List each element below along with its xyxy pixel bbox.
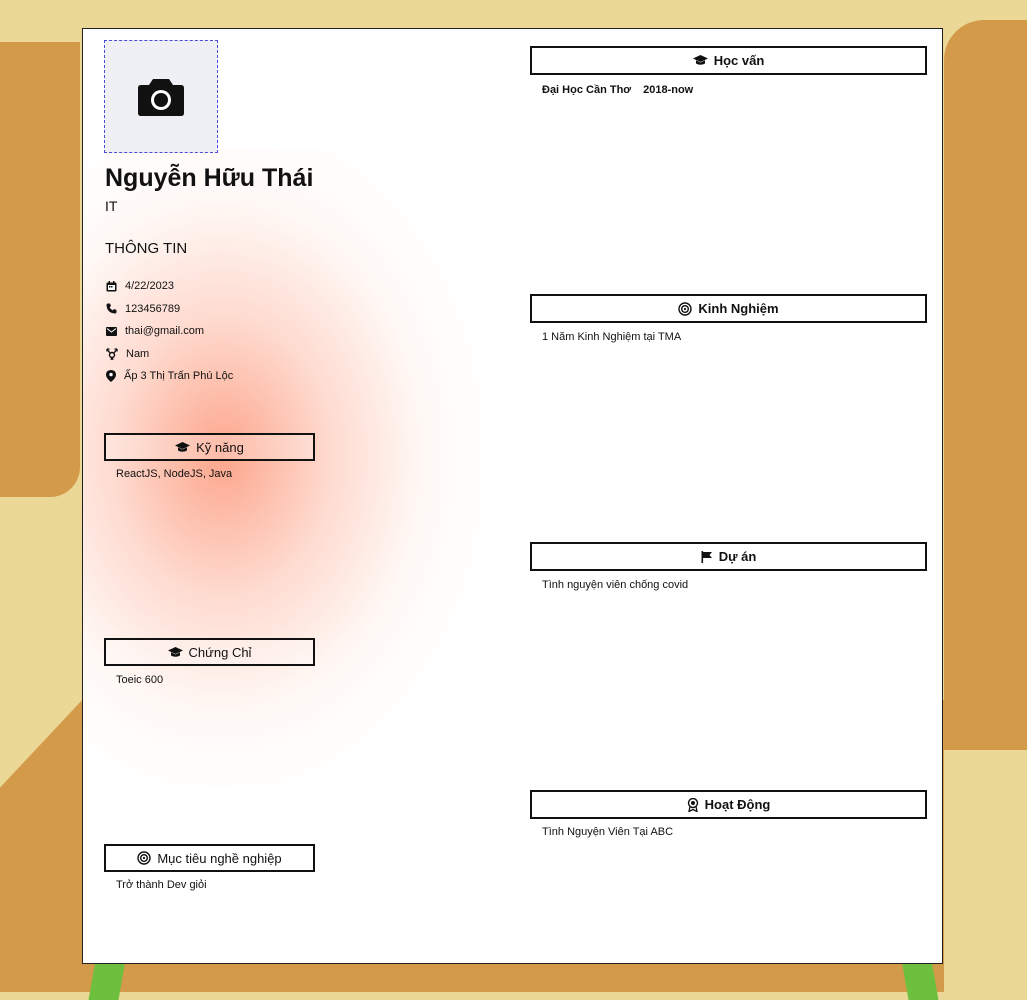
objective-header[interactable]: Mục tiêu nghề nghiệp (104, 844, 315, 872)
info-list: 4/22/2023 123456789 thai@gmail.com Nam Ấ… (106, 275, 233, 388)
profile-role: IT (105, 198, 118, 214)
info-item-phone: 123456789 (106, 298, 233, 321)
education-title: Học vấn (713, 53, 765, 68)
graduation-cap-icon (692, 55, 708, 65)
background-leaf (88, 960, 126, 1000)
calendar-icon (106, 280, 117, 292)
avatar-upload[interactable] (104, 40, 218, 153)
info-birthday: 4/22/2023 (125, 280, 174, 293)
objective-title: Mục tiêu nghề nghiệp (157, 850, 282, 866)
certificates-content: Toeic 600 (116, 674, 164, 686)
certificates-header[interactable]: Chứng Chỉ (104, 638, 315, 666)
experience-title: Kinh Nghiệm (698, 301, 779, 316)
background-blob (944, 20, 1027, 750)
activities-content: Tình Nguyện Viên Tại ABC (542, 826, 674, 838)
certificates-title: Chứng Chỉ (188, 644, 252, 660)
info-title: THÔNG TIN (105, 240, 188, 257)
phone-icon (106, 303, 117, 314)
objective-content: Trở thành Dev giỏi (116, 879, 207, 891)
activities-header[interactable]: Hoạt Động (530, 790, 927, 819)
info-email: thai@gmail.com (125, 325, 205, 338)
graduation-cap-icon (167, 646, 183, 657)
info-phone: 123456789 (125, 302, 181, 315)
cv-page: Nguyễn Hữu Thái IT THÔNG TIN 4/22/2023 1… (82, 28, 943, 964)
info-item-address: Ấp 3 Thị Trấn Phú Lộc (106, 365, 233, 388)
activities-title: Hoạt Động (704, 797, 771, 812)
mail-icon (106, 326, 117, 336)
profile-name: Nguyễn Hữu Thái (105, 164, 314, 192)
info-address: Ấp 3 Thị Trấn Phú Lộc (124, 370, 234, 383)
info-item-email: thai@gmail.com (106, 320, 233, 343)
flag-icon (701, 550, 712, 563)
projects-header[interactable]: Dự án (530, 542, 927, 571)
education-period: 2018-now (643, 84, 694, 96)
education-header[interactable]: Học vấn (530, 46, 927, 75)
background-blob (944, 750, 1027, 992)
background-blob (0, 42, 80, 497)
info-gender: Nam (126, 347, 150, 360)
projects-content: Tình nguyện viên chống covid (542, 579, 689, 591)
target-icon (678, 301, 693, 316)
skills-content: ReactJS, NodeJS, Java (116, 468, 233, 480)
info-item-birthday: 4/22/2023 (106, 275, 233, 298)
experience-content: 1 Năm Kinh Nghiệm tại TMA (542, 331, 682, 343)
skills-header[interactable]: Kỹ năng (104, 433, 315, 461)
camera-icon (138, 78, 184, 116)
award-icon (687, 797, 698, 812)
info-item-gender: Nam (106, 343, 233, 366)
experience-header[interactable]: Kinh Nghiệm (530, 294, 927, 323)
target-icon (137, 851, 152, 865)
skills-title: Kỹ năng (196, 439, 244, 455)
location-icon (106, 370, 116, 383)
education-school: Đại Học Cần Thơ (542, 84, 632, 96)
gender-icon (106, 348, 118, 360)
projects-title: Dự án (718, 549, 757, 564)
education-entry: Đại Học Cần Thơ 2018-now (542, 84, 693, 96)
graduation-cap-icon (175, 441, 191, 452)
